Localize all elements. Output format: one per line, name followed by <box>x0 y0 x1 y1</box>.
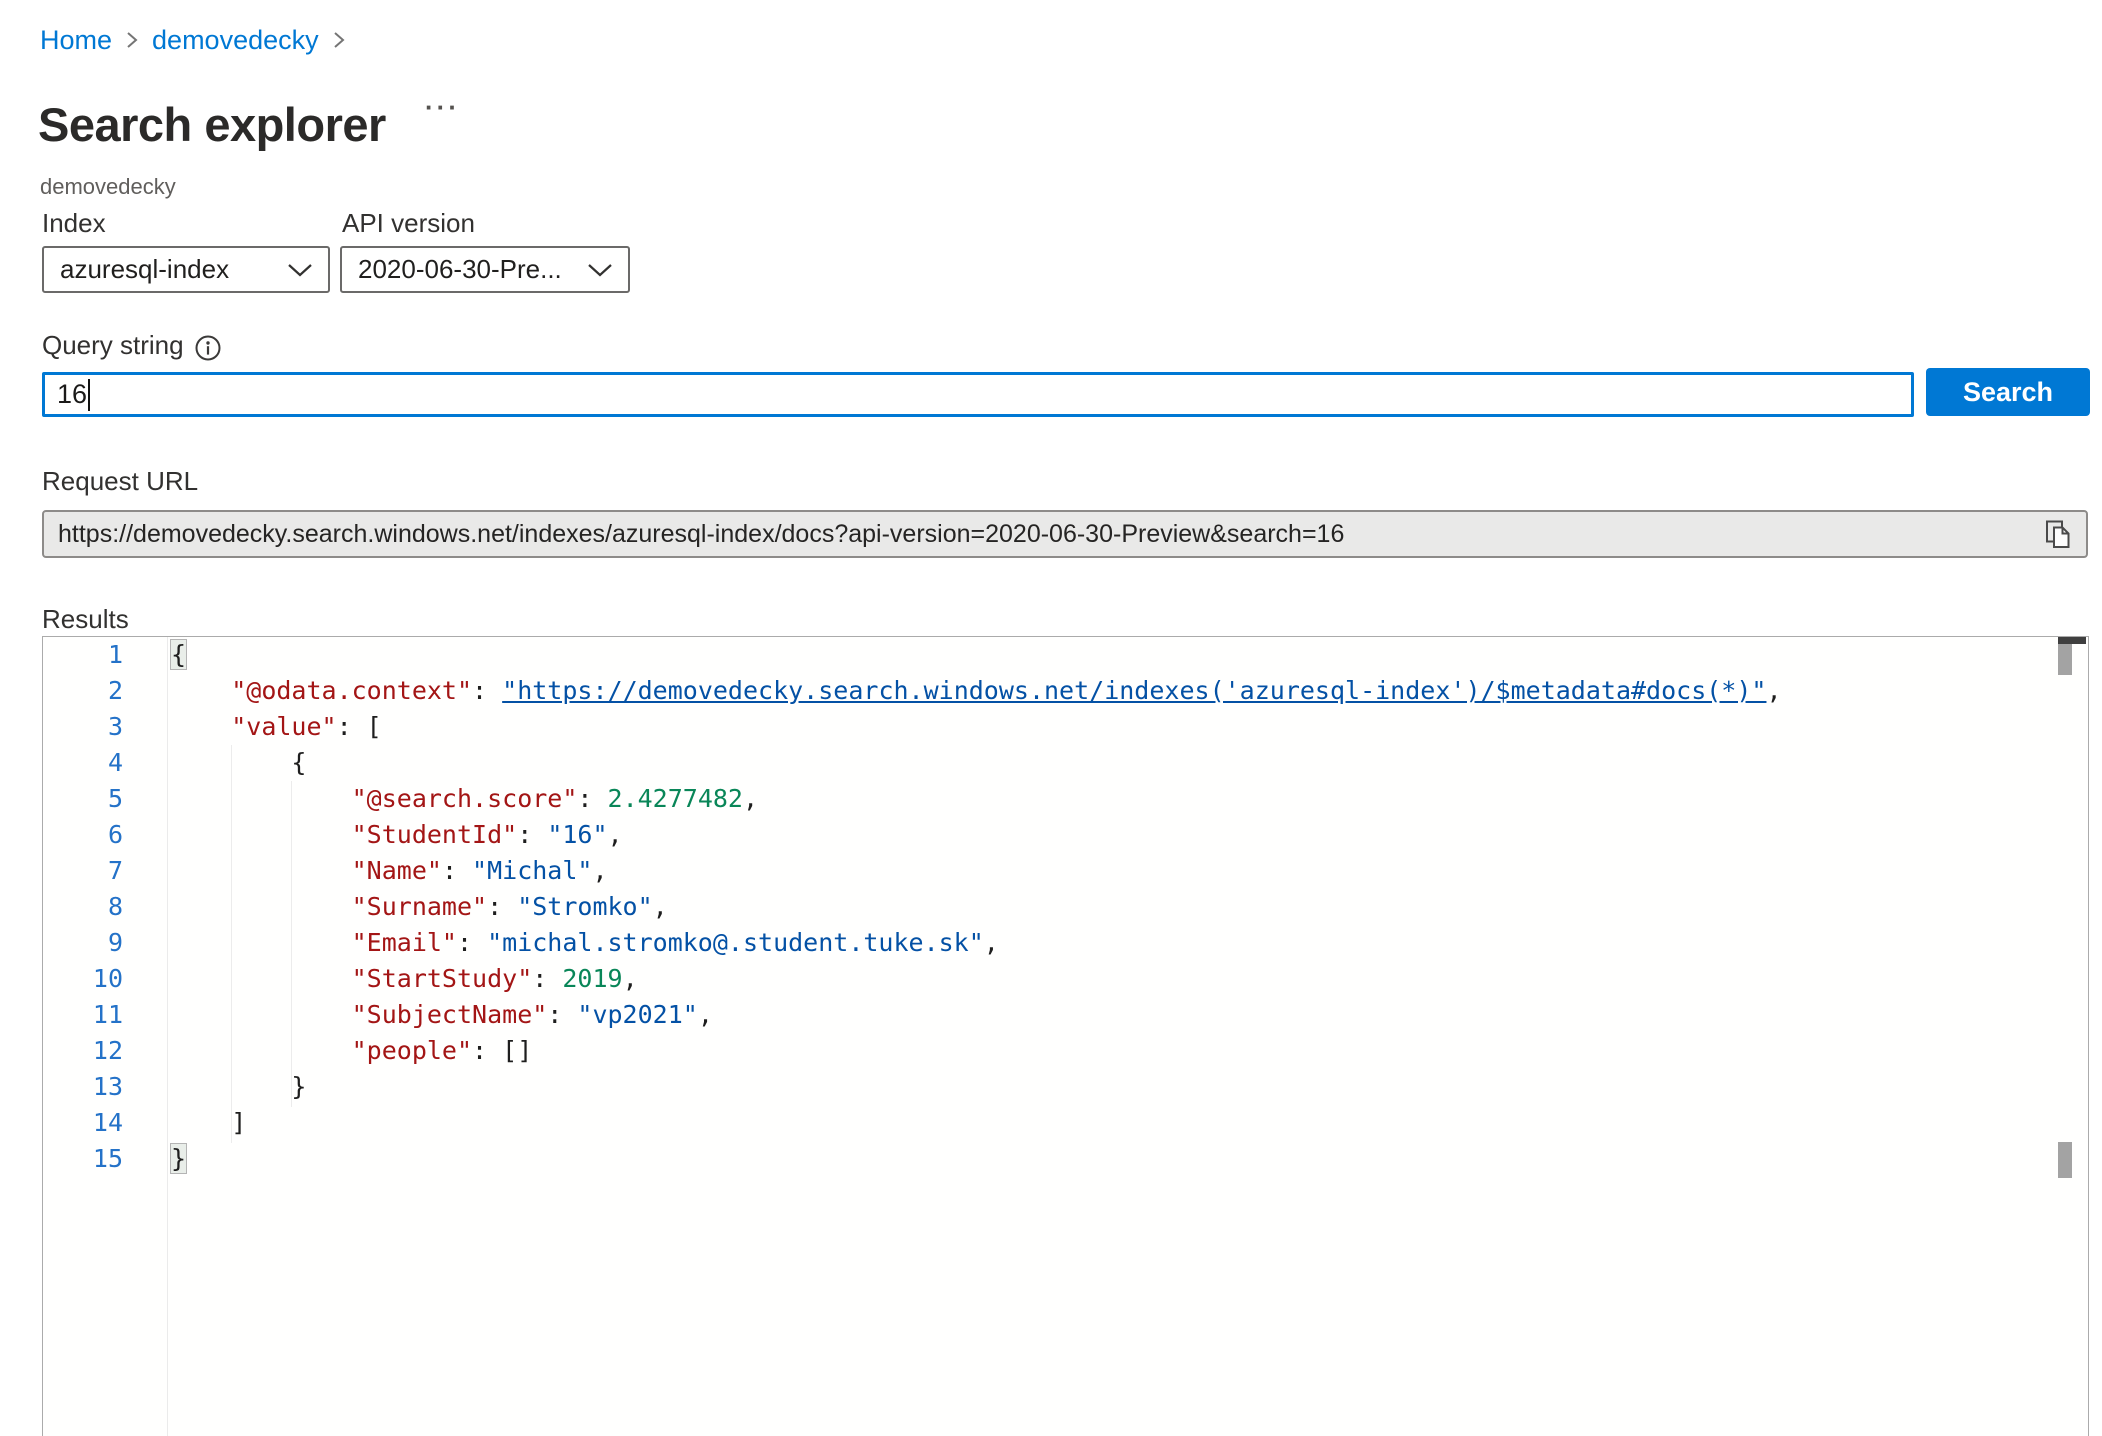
code-line[interactable]: 13 } <box>43 1069 2088 1105</box>
code-text: "SubjectName": "vp2021", <box>171 997 713 1033</box>
line-number: 7 <box>43 853 123 889</box>
line-number: 9 <box>43 925 123 961</box>
code-text: "StartStudy": 2019, <box>171 961 638 997</box>
chevron-right-icon <box>124 29 140 51</box>
code-line[interactable]: 15} <box>43 1141 2088 1177</box>
results-editor[interactable]: 1{2 "@odata.context": "https://demovedec… <box>42 636 2089 1436</box>
line-number: 8 <box>43 889 123 925</box>
line-number: 6 <box>43 817 123 853</box>
code-text: { <box>171 637 186 673</box>
code-text: "people": [] <box>171 1033 532 1069</box>
line-number: 15 <box>43 1141 123 1177</box>
line-number: 5 <box>43 781 123 817</box>
code-line[interactable]: 12 "people": [] <box>43 1033 2088 1069</box>
code-text: "Email": "michal.stromko@.student.tuke.s… <box>171 925 999 961</box>
code-text: } <box>171 1069 306 1105</box>
code-line[interactable]: 4 { <box>43 745 2088 781</box>
code-text: "value": [ <box>171 709 382 745</box>
chevron-right-icon <box>331 29 347 51</box>
code-line[interactable]: 14 ] <box>43 1105 2088 1141</box>
code-line[interactable]: 1{ <box>43 637 2088 673</box>
code-text: "Surname": "Stromko", <box>171 889 668 925</box>
code-line[interactable]: 7 "Name": "Michal", <box>43 853 2088 889</box>
api-version-select-value: 2020-06-30-Pre... <box>358 254 562 285</box>
request-url-field[interactable]: https://demovedecky.search.windows.net/i… <box>42 510 2088 558</box>
search-explorer-page: Home demovedecky Search explorer ··· dem… <box>0 0 2102 1436</box>
scrollbar-thumb[interactable] <box>2058 644 2072 675</box>
code-line[interactable]: 3 "value": [ <box>43 709 2088 745</box>
info-icon[interactable] <box>194 334 222 362</box>
line-number: 2 <box>43 673 123 709</box>
chevron-down-icon <box>286 254 314 285</box>
search-button[interactable]: Search <box>1926 368 2090 416</box>
code-text: "@odata.context": "https://demovedecky.s… <box>171 673 1782 709</box>
code-text: } <box>171 1141 186 1177</box>
code-text: "@search.score": 2.4277482, <box>171 781 758 817</box>
api-version-label: API version <box>342 208 475 239</box>
line-number: 11 <box>43 997 123 1033</box>
index-label: Index <box>42 208 106 239</box>
query-string-input[interactable]: 16 <box>42 372 1914 417</box>
code-text: ] <box>171 1105 246 1141</box>
breadcrumb: Home demovedecky <box>40 22 347 58</box>
copy-icon[interactable] <box>2040 518 2076 554</box>
line-number: 13 <box>43 1069 123 1105</box>
index-select[interactable]: azuresql-index <box>42 246 330 293</box>
line-number: 3 <box>43 709 123 745</box>
code-text: "StudentId": "16", <box>171 817 623 853</box>
line-number: 4 <box>43 745 123 781</box>
code-line[interactable]: 8 "Surname": "Stromko", <box>43 889 2088 925</box>
request-url-label: Request URL <box>42 466 198 497</box>
chevron-down-icon <box>586 254 614 285</box>
line-number: 1 <box>43 637 123 673</box>
code-line[interactable]: 6 "StudentId": "16", <box>43 817 2088 853</box>
results-label: Results <box>42 604 129 635</box>
page-subtitle: demovedecky <box>40 174 176 200</box>
query-string-label: Query string <box>42 330 184 361</box>
breadcrumb-demovedecky-link[interactable]: demovedecky <box>152 25 319 56</box>
breadcrumb-home-link[interactable]: Home <box>40 25 112 56</box>
code-line[interactable]: 9 "Email": "michal.stromko@.student.tuke… <box>43 925 2088 961</box>
code-line[interactable]: 10 "StartStudy": 2019, <box>43 961 2088 997</box>
line-number: 14 <box>43 1105 123 1141</box>
text-caret <box>88 379 90 411</box>
api-version-select[interactable]: 2020-06-30-Pre... <box>340 246 630 293</box>
code-line[interactable]: 5 "@search.score": 2.4277482, <box>43 781 2088 817</box>
code-text: "Name": "Michal", <box>171 853 608 889</box>
more-menu-button[interactable]: ··· <box>425 92 460 123</box>
code-line[interactable]: 11 "SubjectName": "vp2021", <box>43 997 2088 1033</box>
page-title: Search explorer <box>38 97 386 152</box>
line-number: 12 <box>43 1033 123 1069</box>
query-string-value: 16 <box>57 379 87 410</box>
code-line[interactable]: 2 "@odata.context": "https://demovedecky… <box>43 673 2088 709</box>
overview-ruler-top-decoration <box>2058 637 2086 644</box>
index-select-value: azuresql-index <box>60 254 229 285</box>
code-text: { <box>171 745 306 781</box>
line-number: 10 <box>43 961 123 997</box>
overview-ruler-mark <box>2058 1142 2072 1178</box>
